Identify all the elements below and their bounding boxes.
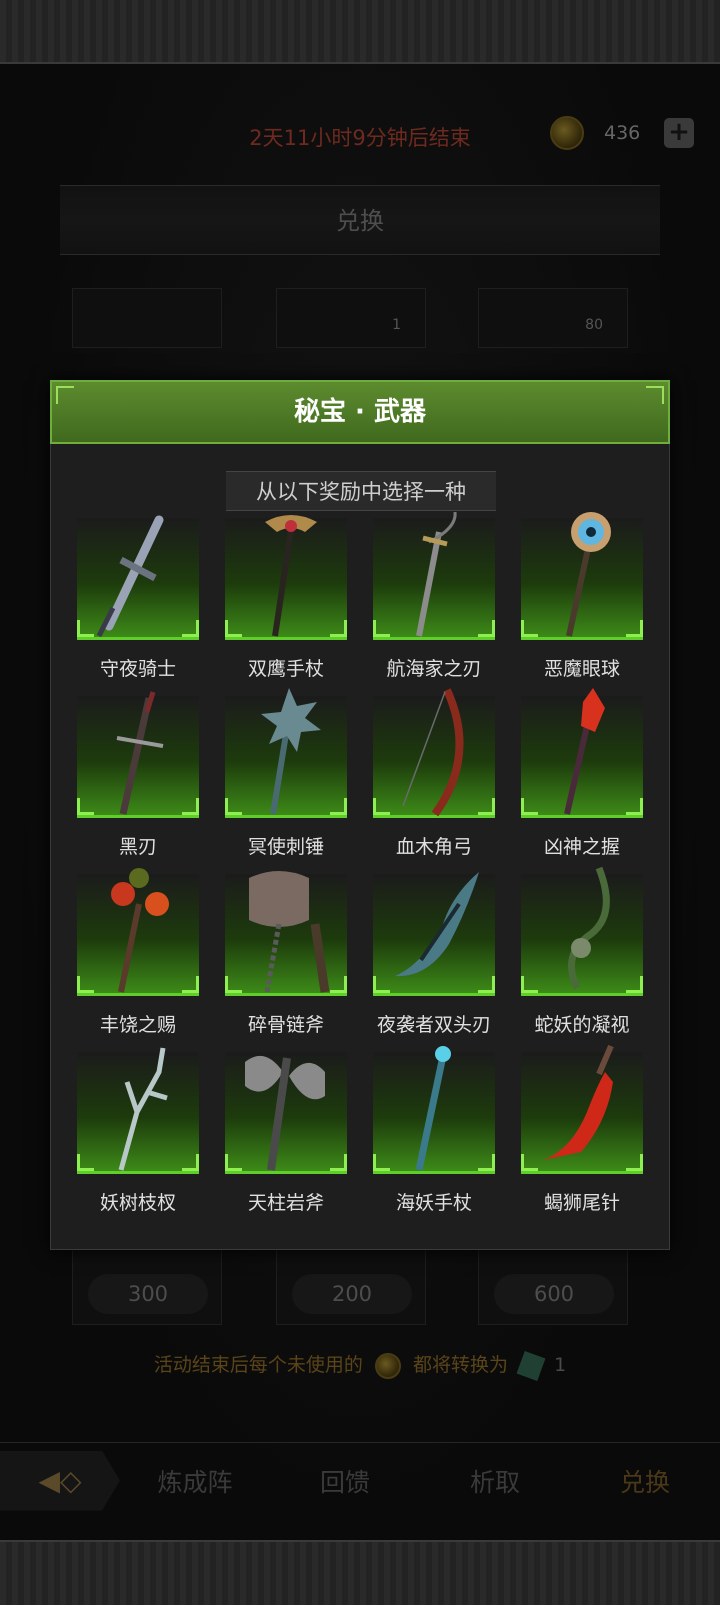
shop-price: 200: [292, 1274, 412, 1314]
dark-sword-icon: [116, 691, 164, 815]
reward-item[interactable]: 夜袭者双头刃: [373, 872, 495, 1036]
shop-card[interactable]: 80: [478, 288, 628, 348]
reward-item[interactable]: 航海家之刃: [373, 511, 495, 680]
branch-staff-icon: [118, 1047, 168, 1171]
gem-icon: [516, 1350, 546, 1381]
tab-extract[interactable]: 析取: [420, 1463, 570, 1499]
corner-ornament: [646, 386, 664, 404]
eye-staff-icon: [566, 512, 611, 637]
coin-icon: [550, 116, 584, 150]
reward-item[interactable]: 守夜骑士: [77, 515, 199, 680]
greatsword-icon: [96, 515, 164, 638]
dialog-subtitle: 从以下奖励中选择一种: [226, 471, 496, 511]
reward-grid: 守夜骑士 双鹰手杖 航海家之刃 恶魔眼球 黑刃 冥使刺锤 血木角弓 凶神之握 丰…: [77, 511, 647, 1214]
back-arrow-icon: ◀◇: [38, 1464, 82, 1497]
bow-icon: [402, 688, 464, 817]
reward-item-name: 蛇妖的凝视: [534, 1014, 630, 1036]
reward-item[interactable]: 双鹰手杖: [225, 515, 347, 680]
reward-item-name: 冥使刺锤: [247, 836, 324, 858]
reward-item[interactable]: 蛇妖的凝视: [521, 866, 643, 1036]
reward-item-name: 凶神之握: [543, 836, 620, 858]
reward-item-name: 双鹰手杖: [247, 658, 324, 680]
shop-card-count: 80: [585, 317, 603, 333]
morningstar-icon: [261, 688, 321, 815]
shop-price: 600: [494, 1274, 614, 1314]
reward-item-name: 夜袭者双头刃: [376, 1014, 491, 1036]
reward-item-name: 守夜骑士: [99, 658, 176, 680]
reward-item[interactable]: 冥使刺锤: [225, 688, 347, 858]
reward-item-name: 恶魔眼球: [543, 658, 620, 680]
reward-item[interactable]: 恶魔眼球: [521, 512, 643, 680]
conversion-notice: 活动结束后每个未使用的 都将转换为 1: [0, 1350, 720, 1381]
tab-transmutation[interactable]: 炼成阵: [120, 1463, 270, 1499]
fruit-staff-icon: [111, 868, 169, 993]
serpent-staff-icon: [567, 866, 610, 990]
reward-item-name: 妖树枝杈: [99, 1192, 176, 1214]
dialog-header: 秘宝 · 武器: [50, 380, 670, 444]
reward-item-name: 碎骨链斧: [247, 1014, 324, 1036]
reward-item-name: 天柱岩斧: [247, 1192, 324, 1214]
reward-item[interactable]: 蝎狮尾针: [521, 1044, 643, 1214]
reward-item[interactable]: 凶神之握: [521, 688, 643, 858]
shop-card-count: 1: [392, 317, 401, 333]
exchange-header: 兑换: [60, 185, 660, 255]
shop-card[interactable]: [72, 288, 222, 348]
reward-item-name: 黑刃: [118, 836, 157, 858]
shop-price: 300: [88, 1274, 208, 1314]
add-currency-button[interactable]: +: [664, 118, 694, 148]
scorpion-blade-icon: [543, 1044, 614, 1160]
reward-item[interactable]: 丰饶之赐: [77, 868, 199, 1036]
top-frame: [0, 0, 720, 64]
currency-amount: 436: [604, 122, 641, 144]
notice-text-after: 都将转换为: [412, 1354, 508, 1376]
reward-item[interactable]: 血木角弓: [373, 688, 495, 858]
dialog-title: 秘宝 · 武器: [294, 397, 426, 427]
reward-item-name: 航海家之刃: [386, 658, 482, 680]
reward-item-name: 丰饶之赐: [99, 1014, 176, 1036]
double-blade-icon: [395, 872, 479, 977]
sea-staff-icon: [415, 1046, 451, 1171]
double-axe-icon: [245, 1055, 325, 1171]
reward-item[interactable]: 天柱岩斧: [225, 1052, 347, 1214]
reward-item-name: 海妖手杖: [395, 1192, 472, 1214]
reward-item-name: 蝎狮尾针: [543, 1192, 620, 1214]
reward-item[interactable]: 碎骨链斧: [225, 871, 347, 1036]
reward-item[interactable]: 妖树枝杈: [77, 1047, 199, 1214]
notice-text-before: 活动结束后每个未使用的: [153, 1354, 363, 1376]
corner-ornament: [56, 386, 74, 404]
chain-axe-icon: [249, 871, 330, 993]
back-button[interactable]: ◀◇: [0, 1450, 120, 1511]
exchange-title: 兑换: [336, 207, 384, 235]
reward-item[interactable]: 黑刃: [77, 691, 199, 858]
crystal-scepter-icon: [564, 688, 605, 815]
tab-exchange[interactable]: 兑换: [570, 1463, 720, 1499]
tab-rewards[interactable]: 回馈: [270, 1463, 420, 1499]
shop-card[interactable]: 1: [276, 288, 426, 348]
winged-staff-icon: [265, 515, 317, 637]
currency-display: 436 +: [550, 116, 696, 150]
reward-item[interactable]: 海妖手杖: [373, 1046, 495, 1214]
rapier-icon: [416, 511, 457, 637]
dialog-subtitle-wrap: 从以下奖励中选择一种: [51, 471, 671, 511]
notice-count: 1: [554, 1354, 567, 1376]
bottom-frame: [0, 1540, 720, 1605]
reward-choice-dialog: 秘宝 · 武器 从以下奖励中选择一种 守夜骑士 双鹰手杖 航海家之刃 恶魔眼球 …: [50, 380, 670, 1250]
coin-icon: [374, 1352, 401, 1379]
bottom-nav: ◀◇ 炼成阵 回馈 析取 兑换: [0, 1442, 720, 1518]
reward-item-name: 血木角弓: [395, 836, 472, 858]
